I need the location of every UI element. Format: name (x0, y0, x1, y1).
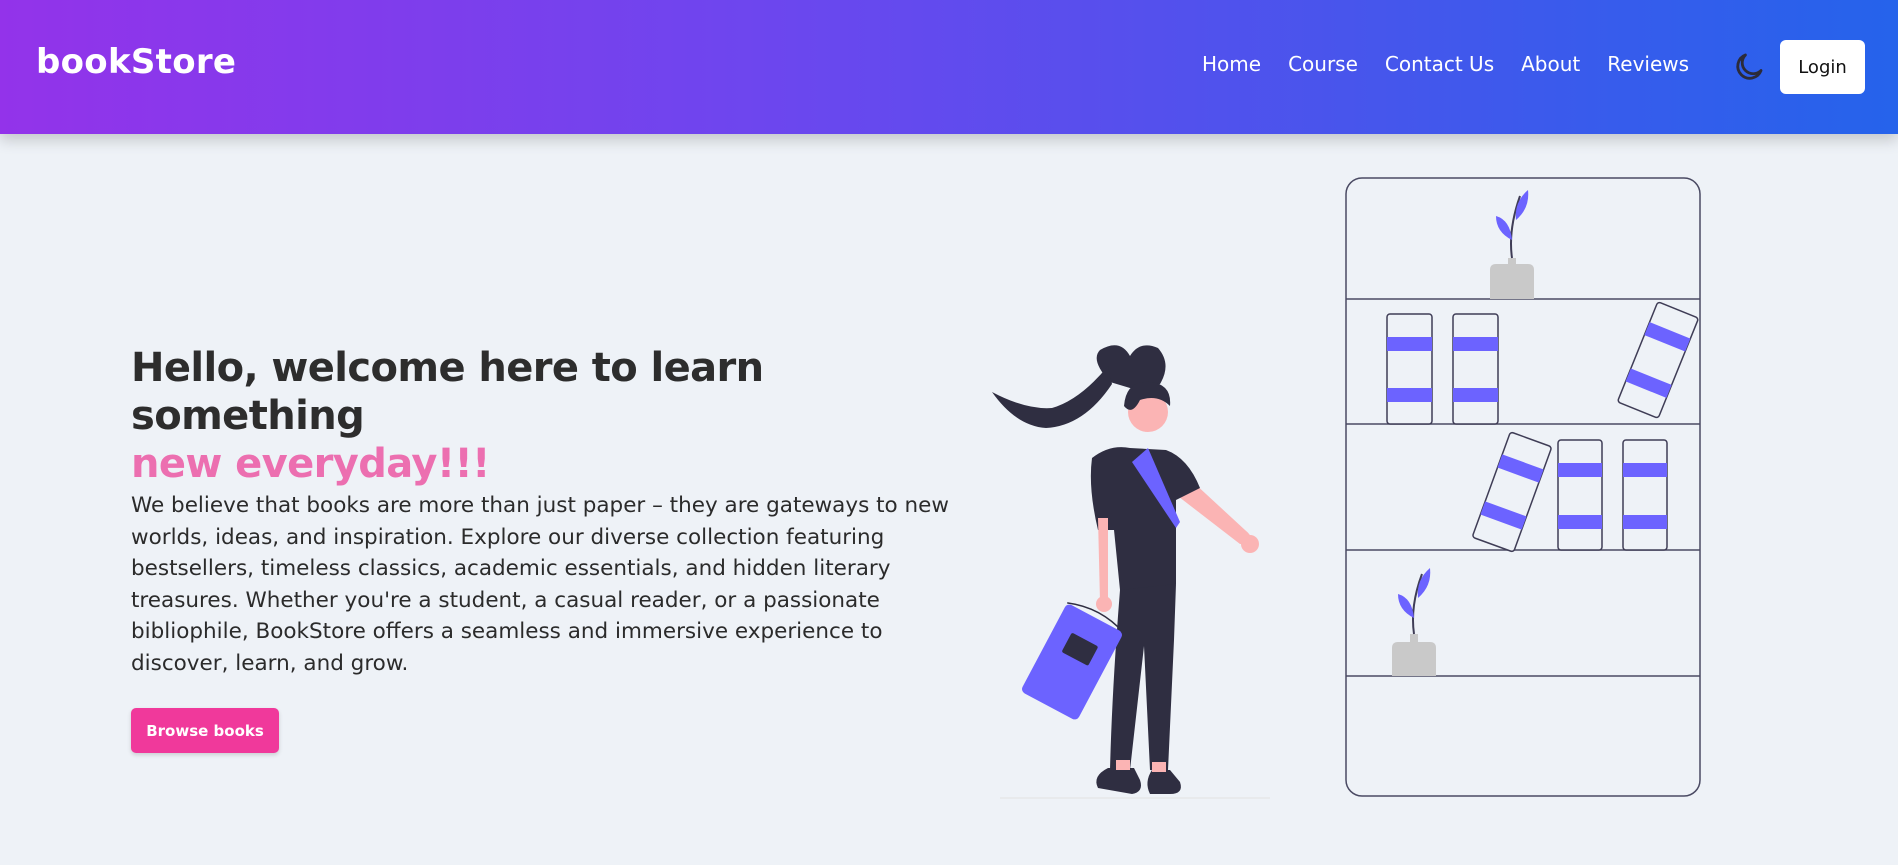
plant-bottom (1392, 568, 1436, 676)
hero-title-line1: Hello, welcome here to learn something (131, 345, 764, 439)
nav-link-reviews[interactable]: Reviews (1607, 52, 1689, 76)
nav-link-about[interactable]: About (1521, 52, 1580, 76)
books-shelf-1 (1386, 301, 1699, 425)
brand-logo[interactable]: bookStore (36, 42, 236, 82)
login-button[interactable]: Login (1780, 40, 1865, 94)
top-navbar: bookStore Home Course Contact Us About R… (0, 0, 1898, 134)
woman-figure (992, 345, 1270, 799)
hero-description: We believe that books are more than just… (131, 493, 949, 676)
hero-title: Hello, welcome here to learn something n… (131, 344, 961, 488)
plant-top (1490, 190, 1534, 299)
nav-link-course[interactable]: Course (1288, 52, 1358, 76)
books-shelf-2 (1472, 431, 1668, 553)
nav-link-contact-us[interactable]: Contact Us (1385, 52, 1494, 76)
hero-title-accent: new everyday!!! (131, 441, 490, 487)
nav-links: Home Course Contact Us About Reviews (1202, 52, 1716, 76)
moon-icon[interactable] (1732, 50, 1766, 84)
nav-link-home[interactable]: Home (1202, 52, 1261, 76)
browse-books-button[interactable]: Browse books (131, 708, 279, 753)
woman-reading-bookshelf-illustration (992, 177, 1701, 799)
